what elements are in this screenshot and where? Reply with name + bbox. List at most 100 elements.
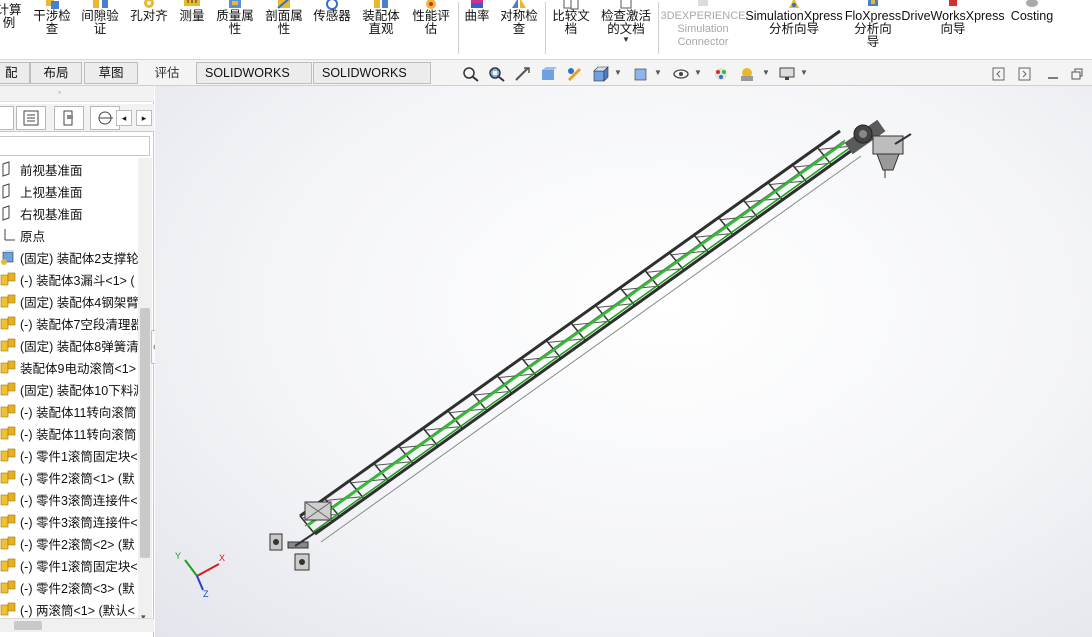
tree-item[interactable]: (固定) 装配体10下料漏: [0, 378, 138, 400]
tab-solidworks-addins[interactable]: SOLIDWORKS 插件: [196, 62, 312, 100]
minimize-icon[interactable]: [1046, 66, 1060, 82]
tree-item[interactable]: (-) 零件1滚筒固定块<: [0, 444, 138, 466]
chevron-down-icon[interactable]: ▼: [622, 36, 630, 44]
calc-button[interactable]: 计算 例: [0, 0, 24, 58]
section-properties-button[interactable]: 剖面属 性: [261, 0, 307, 58]
scrollbar-thumb[interactable]: [14, 621, 42, 630]
tree-item[interactable]: 前视基准面: [0, 158, 138, 180]
tree-item[interactable]: (-) 零件2滚筒<3> (默: [0, 576, 138, 598]
tree-item[interactable]: (-) 装配体11转向滚筒: [0, 400, 138, 422]
tile-right-icon[interactable]: [1018, 66, 1032, 82]
panel-grip[interactable]: ◦: [0, 86, 154, 102]
floxpress-label: FloXpress 分析向 导: [844, 9, 902, 49]
scroll-tabs-right-icon[interactable]: ▸: [136, 110, 152, 126]
dynamic-annotation-icon[interactable]: [566, 66, 584, 82]
costing-button[interactable]: Costing: [1006, 0, 1058, 58]
sensor-label: 传感器: [313, 9, 351, 23]
scroll-tabs-left-icon[interactable]: ◂: [116, 110, 132, 126]
tree-item[interactable]: (-) 零件2滚筒<1> (默: [0, 466, 138, 488]
sensor-button[interactable]: 传感器: [309, 0, 355, 58]
interference-check-button[interactable]: 干涉检 查: [30, 0, 74, 58]
compare-docs-label: 比较文 档: [552, 9, 590, 36]
scrollbar-thumb[interactable]: [140, 308, 150, 558]
view-orientation-icon[interactable]: [592, 66, 610, 82]
assemblyxpert-button[interactable]: 装配体 直观: [358, 0, 404, 58]
tree-item[interactable]: (-) 两滚筒<1> (默认<: [0, 598, 138, 620]
tree-item-label: 装配体9电动滚筒<1>: [20, 361, 137, 376]
tree-item[interactable]: (固定) 装配体8弹簧清:: [0, 334, 138, 356]
zoom-area-icon[interactable]: [488, 66, 506, 82]
tree-item[interactable]: 装配体9电动滚筒<1>: [0, 356, 138, 378]
chevron-down-icon[interactable]: ▼: [654, 68, 662, 77]
tree-item[interactable]: (固定) 装配体2支撑轮: [0, 246, 138, 268]
tree-item[interactable]: (-) 零件3滚筒连接件<: [0, 488, 138, 510]
previous-view-icon[interactable]: [514, 66, 532, 82]
tab-sketch[interactable]: 草图: [84, 62, 138, 84]
compare-docs-button[interactable]: 比较文 档: [548, 0, 594, 58]
3dx-sim-connector-button[interactable]: 3DEXPERIENCE Simulation Connector: [660, 0, 746, 58]
check-active-doc-button[interactable]: 检查激活 的文档 ▼: [598, 0, 654, 58]
hole-align-button[interactable]: 孔对齐: [126, 0, 172, 58]
floxpress-button[interactable]: FloXpress 分析向 导: [844, 0, 902, 58]
tree-item[interactable]: 右视基准面: [0, 202, 138, 224]
configuration-icon: [63, 110, 73, 126]
tree-item-label: (-) 装配体11转向滚筒: [20, 405, 137, 420]
conveyor-model[interactable]: [155, 86, 1092, 637]
view-settings-monitor-icon[interactable]: [778, 66, 796, 82]
tab-solidworks-mbd[interactable]: SOLIDWORKS MBD: [313, 62, 431, 100]
section-view-icon[interactable]: [540, 66, 558, 82]
tab-property-manager[interactable]: [16, 106, 46, 130]
tree-item[interactable]: (-) 装配体3漏斗<1> (: [0, 268, 138, 290]
edit-appearance-icon[interactable]: [712, 66, 730, 82]
tree-item[interactable]: (-) 装配体7空段清理器: [0, 312, 138, 334]
assembly-icon: [0, 557, 20, 573]
feature-manager-panel: ◦ ◂ ▸ 前视基准面 上视基准面 右视基准面 原点 (固定) 装配体2支撑轮 (-) 装…: [0, 86, 154, 637]
costing-label: Costing: [1010, 9, 1054, 23]
driveworksxpress-label: DriveWorksXpress 向导: [901, 9, 1005, 36]
performance-eval-button[interactable]: 性能评 估: [408, 0, 454, 58]
assembly-icon: [0, 381, 20, 397]
tree-item[interactable]: (-) 零件3滚筒连接件<: [0, 510, 138, 532]
tree-item[interactable]: (-) 零件1滚筒固定块<: [0, 554, 138, 576]
simulationxpress-button[interactable]: SimulationXpress 分析向导: [745, 0, 843, 58]
part-icon: [0, 249, 20, 265]
tab-layout[interactable]: 布局: [30, 62, 82, 84]
graphics-area[interactable]: X Y Z: [155, 86, 1092, 637]
restore-icon[interactable]: [1070, 66, 1084, 82]
tree-item[interactable]: (固定) 装配体4钢架臂: [0, 290, 138, 312]
curvature-button[interactable]: 曲率: [460, 0, 494, 58]
symmetry-check-button[interactable]: 对称检 查: [496, 0, 542, 58]
tile-left-icon[interactable]: [992, 66, 1006, 82]
assembly-icon: [0, 293, 20, 309]
tab-configuration-manager[interactable]: [54, 106, 84, 130]
tree-item-label: (固定) 装配体4钢架臂: [20, 295, 138, 310]
driveworksxpress-button[interactable]: DriveWorksXpress 向导: [901, 0, 1005, 58]
mass-properties-label: 质量属 性: [216, 9, 254, 36]
display-style-icon[interactable]: [632, 66, 650, 82]
apply-scene-icon[interactable]: [738, 66, 756, 82]
tab-evaluate[interactable]: 评估: [142, 62, 192, 84]
assembly-icon: [0, 469, 20, 485]
measure-button[interactable]: 测量: [174, 0, 210, 58]
zoom-to-fit-icon[interactable]: [462, 66, 480, 82]
chevron-down-icon[interactable]: ▼: [800, 68, 808, 77]
tree-item[interactable]: 原点: [0, 224, 138, 246]
origin-icon: [0, 227, 20, 243]
tree-horizontal-scrollbar[interactable]: [0, 618, 154, 632]
clearance-verify-button[interactable]: 间隙验 证: [78, 0, 122, 58]
chevron-down-icon[interactable]: ▼: [694, 68, 702, 77]
tree-filter-field[interactable]: [0, 136, 150, 156]
tab-feature-manager[interactable]: [0, 106, 14, 130]
mass-properties-button[interactable]: 质量属 性: [212, 0, 258, 58]
hide-show-items-icon[interactable]: [672, 66, 690, 82]
dimxpert-icon: [98, 111, 113, 125]
tree-item-label: (固定) 装配体2支撑轮: [20, 251, 138, 266]
tree-item[interactable]: (-) 零件2滚筒<2> (默: [0, 532, 138, 554]
tree-item[interactable]: 上视基准面: [0, 180, 138, 202]
chevron-down-icon[interactable]: ▼: [614, 68, 622, 77]
chevron-down-icon[interactable]: ▼: [762, 68, 770, 77]
tab-assembly[interactable]: 配体: [0, 62, 30, 100]
tree-item[interactable]: (-) 装配体11转向滚筒: [0, 422, 138, 444]
tree-filter-row[interactable]: [0, 134, 154, 158]
tree-vertical-scrollbar[interactable]: ▾: [138, 158, 152, 626]
